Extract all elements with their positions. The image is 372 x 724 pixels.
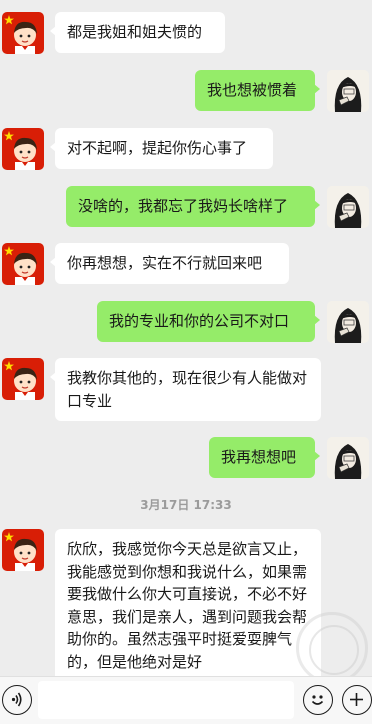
watermark-stamp bbox=[296, 612, 368, 676]
message-bubble[interactable]: 我的专业和你的公司不对口 bbox=[97, 301, 320, 342]
girl-avatar-icon[interactable] bbox=[327, 70, 369, 112]
plus-icon bbox=[350, 693, 363, 706]
message-bubble[interactable]: 我再想想吧 bbox=[209, 437, 320, 478]
message-bubble[interactable]: 没啥的，我都忘了我妈长啥样了 bbox=[66, 186, 320, 227]
flag-avatar-icon[interactable] bbox=[2, 12, 44, 54]
message-bubble[interactable]: 对不起啊，提起你伤心事了 bbox=[50, 128, 273, 169]
more-button[interactable] bbox=[342, 685, 372, 715]
flag-avatar-icon[interactable] bbox=[2, 128, 44, 170]
message-bubble[interactable]: 我教你其他的，现在很少有人能做对口专业 bbox=[50, 358, 321, 421]
emoji-icon bbox=[311, 695, 324, 705]
flag-avatar-icon[interactable] bbox=[2, 243, 44, 285]
flag-avatar-icon[interactable] bbox=[2, 358, 44, 400]
chat-input-bar bbox=[0, 676, 372, 724]
flag-avatar-icon[interactable] bbox=[2, 529, 44, 571]
girl-avatar-icon[interactable] bbox=[327, 437, 369, 479]
emoji-button[interactable] bbox=[303, 685, 333, 715]
voice-button[interactable] bbox=[2, 685, 32, 715]
voice-icon bbox=[11, 692, 22, 707]
girl-avatar-icon[interactable] bbox=[327, 186, 369, 228]
message-bubble[interactable]: 欣欣，我感觉你今天总是欲言又止，我能感觉到你想和我说什么，如果需要我做什么你大可… bbox=[55, 529, 321, 676]
chat-history[interactable]: 都是我姐和姐夫惯的 我也想被惯着 对不起啊，提起你伤心事了 没啥的，我都忘了我妈… bbox=[0, 0, 372, 676]
message-bubble[interactable]: 我也想被惯着 bbox=[195, 70, 320, 111]
message-bubble[interactable]: 都是我姐和姐夫惯的 bbox=[50, 12, 225, 53]
message-bubble[interactable]: 你再想想，实在不行就回来吧 bbox=[50, 243, 289, 284]
girl-avatar-icon[interactable] bbox=[327, 301, 369, 343]
message-input[interactable] bbox=[38, 681, 294, 719]
timestamp: 3月17日 17:33 bbox=[140, 498, 232, 512]
